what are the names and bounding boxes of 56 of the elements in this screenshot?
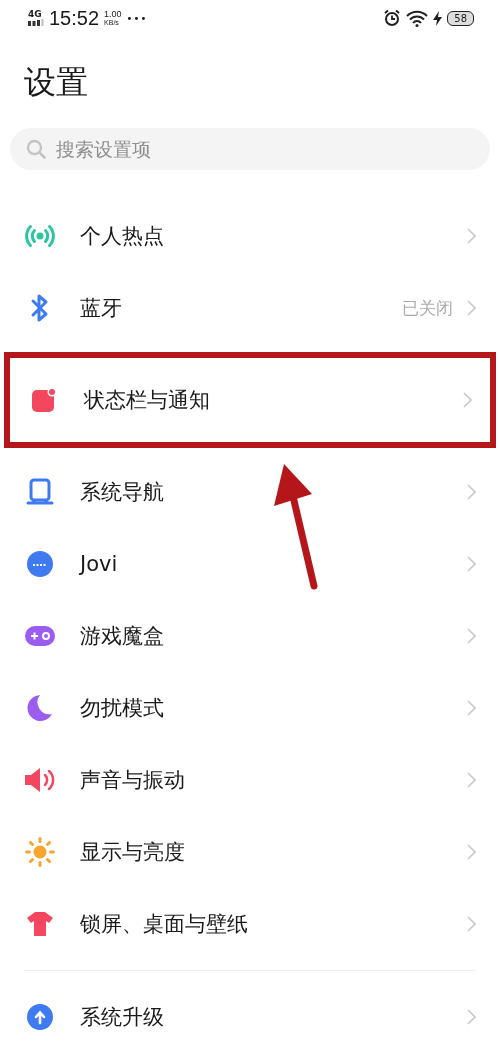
item-label: 游戏魔盒 bbox=[80, 623, 165, 650]
settings-item[interactable]: 状态栏与通知 bbox=[10, 364, 490, 436]
item-label: 锁屏、桌面与壁纸 bbox=[80, 911, 249, 938]
hotspot-icon bbox=[25, 224, 55, 248]
chevron-icon bbox=[467, 844, 476, 860]
settings-item[interactable]: 系统升级 bbox=[0, 981, 500, 1053]
item-value: 已关闭 bbox=[402, 296, 453, 320]
item-label: 系统升级 bbox=[80, 1004, 165, 1031]
chevron-icon bbox=[467, 772, 476, 788]
settings-item[interactable]: 声音与振动 bbox=[0, 744, 500, 816]
more-dots: ••• bbox=[126, 12, 148, 24]
speed-value: 1.00 bbox=[104, 10, 122, 19]
clock-time: 15:52 bbox=[49, 6, 100, 30]
settings-item[interactable]: 系统导航 bbox=[0, 456, 500, 528]
chevron-icon bbox=[467, 700, 476, 716]
alarm-icon bbox=[383, 9, 402, 27]
item-label: 系统导航 bbox=[80, 479, 165, 506]
bluetooth-icon bbox=[30, 293, 50, 323]
tshirt-icon bbox=[26, 911, 54, 937]
settings-item[interactable]: 显示与亮度 bbox=[0, 816, 500, 888]
settings-item[interactable]: 个人热点 bbox=[0, 200, 500, 272]
chevron-icon bbox=[467, 556, 476, 572]
chevron-icon bbox=[467, 916, 476, 932]
chevron-icon bbox=[467, 628, 476, 644]
chevron-icon bbox=[467, 484, 476, 500]
item-label: 声音与振动 bbox=[80, 767, 186, 794]
item-label: 显示与亮度 bbox=[80, 839, 186, 866]
signal-icon bbox=[28, 19, 44, 26]
search-icon bbox=[26, 139, 46, 159]
wifi-icon bbox=[406, 9, 429, 27]
chevron-icon bbox=[467, 1009, 476, 1025]
item-label: 个人热点 bbox=[80, 223, 165, 250]
chevron-icon bbox=[467, 300, 476, 316]
gamepad-icon bbox=[24, 625, 56, 647]
sun-icon bbox=[25, 837, 55, 867]
notification-icon bbox=[31, 387, 57, 413]
upgrade-icon bbox=[26, 1003, 54, 1031]
speaker-icon bbox=[24, 767, 56, 793]
search-field[interactable]: 搜索设置项 bbox=[10, 128, 490, 170]
moon-icon bbox=[27, 694, 53, 722]
item-label: 蓝牙 bbox=[80, 295, 123, 322]
page-title: 设置 bbox=[24, 62, 89, 103]
charging-icon bbox=[433, 10, 443, 26]
chevron-icon bbox=[463, 392, 472, 408]
network-type: 4G bbox=[28, 10, 43, 19]
assistant-icon bbox=[26, 550, 54, 578]
item-label: 状态栏与通知 bbox=[84, 387, 211, 414]
chevron-icon bbox=[467, 228, 476, 244]
battery-level: 58 bbox=[447, 10, 474, 26]
item-label: 勿扰模式 bbox=[80, 695, 165, 722]
item-label: Jovi bbox=[80, 552, 119, 576]
settings-item[interactable]: 游戏魔盒 bbox=[0, 600, 500, 672]
settings-item[interactable]: Jovi bbox=[0, 528, 500, 600]
settings-item[interactable]: 锁屏、桌面与壁纸 bbox=[0, 888, 500, 960]
settings-item[interactable]: 蓝牙 已关闭 bbox=[0, 272, 500, 344]
settings-item[interactable]: 勿扰模式 bbox=[0, 672, 500, 744]
